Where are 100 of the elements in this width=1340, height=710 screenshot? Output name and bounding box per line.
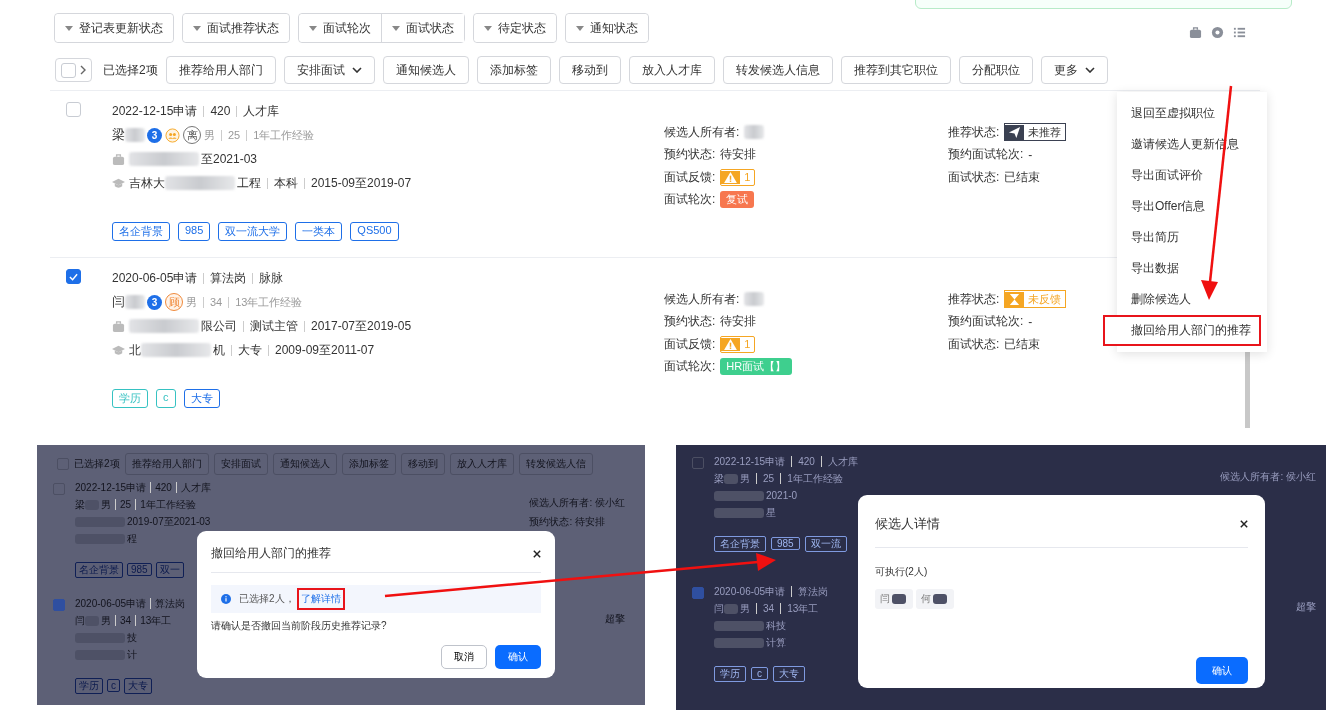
recommend-status-badge: 未推荐 — [1004, 123, 1067, 142]
filter-dropdown[interactable]: 面试状态 — [381, 14, 464, 42]
field-label: 预约面试轮次: — [948, 313, 1024, 331]
candidate-field: 超擎 — [605, 612, 625, 626]
filter-dropdown[interactable]: 面试推荐状态 — [183, 14, 289, 42]
field-label: 预约状态: — [664, 313, 716, 331]
checkbox[interactable] — [692, 587, 704, 599]
action-button[interactable]: 分配职位 — [958, 56, 1033, 84]
tag: 名企背景 — [75, 561, 123, 578]
info-icon — [221, 594, 231, 604]
application-info: 人才库 — [243, 102, 280, 120]
application-info: 2022-12-15申请 — [75, 480, 147, 495]
action-button[interactable]: 添加标签 — [476, 56, 551, 84]
candidate-meta: 13年工作经验 — [235, 294, 303, 310]
checkbox[interactable] — [66, 269, 81, 284]
menu-item[interactable]: 导出简历 — [1117, 222, 1267, 253]
tag: 双一流大学 — [218, 222, 288, 241]
recommend-status-badge: 未反馈 — [1004, 290, 1067, 309]
work-experience: 限公司 — [201, 317, 237, 335]
application-info: 算法岗 — [798, 584, 829, 599]
menu-item[interactable]: 导出数据 — [1117, 253, 1267, 284]
confirm-button[interactable]: 确认 — [495, 645, 541, 669]
dialog-title: 候选人详情 — [875, 515, 940, 533]
tag: 985 — [127, 563, 152, 576]
field-value: - — [1028, 147, 1033, 162]
briefcase-icon[interactable] — [1189, 25, 1202, 39]
close-icon[interactable] — [533, 549, 541, 558]
feedback-badge: 1 — [720, 335, 756, 353]
action-button[interactable]: 放入人才库 — [628, 56, 715, 84]
candidate-meta: 男 — [204, 127, 215, 143]
candidate-meta: 男 — [740, 471, 750, 486]
action-button[interactable]: 更多 — [1040, 56, 1108, 84]
graduation-cap-icon — [112, 176, 125, 190]
application-info: 人才库 — [827, 454, 858, 469]
work-experience: 至2021-03 — [201, 150, 258, 168]
candidate-meta: 男 — [101, 497, 111, 512]
blurred-text — [714, 637, 764, 648]
application-info: 2020-06-05申请 — [714, 584, 786, 599]
application-info: 420 — [155, 482, 172, 493]
menu-item[interactable]: 导出面试评价 — [1117, 160, 1267, 191]
tag: 学历 — [75, 677, 103, 694]
education: 计 — [127, 647, 137, 662]
count-badge: 3 — [147, 127, 162, 143]
education: 吉林大 — [129, 174, 165, 192]
field-label: 面试反馈: — [664, 168, 716, 186]
tag: c — [107, 679, 120, 692]
candidate-field: 候选人所有者: 侯小红 — [529, 496, 625, 510]
blurred-text — [129, 152, 199, 166]
action-button[interactable]: 通知候选人 — [382, 56, 469, 84]
action-button[interactable]: 转发候选人信息 — [722, 56, 833, 84]
application-info: 2022-12-15申请 — [112, 102, 198, 120]
application-info: 脉脉 — [259, 269, 284, 287]
checkbox[interactable] — [692, 457, 704, 469]
candidate-meta: 13年工 — [140, 613, 172, 628]
tag: 名企背景 — [714, 535, 766, 552]
close-icon[interactable] — [1240, 520, 1248, 528]
checkbox[interactable] — [53, 599, 65, 611]
action-button[interactable]: 推荐到其它职位 — [840, 56, 951, 84]
field-value: 已结束 — [1004, 168, 1041, 186]
candidate-meta: 34 — [763, 603, 775, 614]
work-experience: 2021-0 — [766, 490, 798, 501]
filter-dropdown[interactable]: 登记表更新状态 — [55, 14, 173, 42]
application-info: 人才库 — [180, 480, 211, 495]
blurred-text — [714, 490, 764, 501]
count-badge: 3 — [147, 294, 162, 310]
candidate-meta: 1年工作经验 — [787, 471, 843, 486]
menu-item[interactable]: 导出Offer信息 — [1117, 191, 1267, 222]
candidate-meta: 男 — [740, 601, 750, 616]
education: 2009-09至2011-07 — [275, 341, 375, 359]
list-icon[interactable] — [1233, 25, 1246, 39]
details-link[interactable]: 了解详情 — [296, 588, 345, 610]
menu-item[interactable]: 退回至虚拟职位 — [1117, 98, 1267, 129]
briefcase-icon — [112, 152, 125, 166]
action-button[interactable]: 推荐给用人部门 — [165, 56, 276, 84]
tag: 985 — [771, 537, 800, 550]
people-icon — [165, 127, 180, 143]
blurred-text — [744, 125, 765, 140]
tag: 一类本 — [295, 222, 343, 241]
tag: 大专 — [124, 677, 152, 694]
confirm-button[interactable]: 确认 — [1196, 657, 1248, 684]
select-all-checkbox[interactable] — [55, 58, 92, 82]
candidate-meta: 男 — [186, 294, 197, 310]
candidate-meta: 1年工作经验 — [140, 497, 196, 512]
action-button[interactable]: 移动到 — [558, 56, 621, 84]
blurred-text — [744, 292, 765, 307]
caret-icon — [576, 25, 584, 31]
menu-item[interactable]: 删除候选人 — [1117, 284, 1267, 315]
application-info: 算法岗 — [155, 596, 186, 611]
round-tag: 复试 — [720, 191, 755, 209]
filter-dropdown[interactable]: 通知状态 — [566, 14, 648, 42]
education: 程 — [127, 531, 137, 546]
action-button[interactable]: 安排面试 — [283, 56, 375, 84]
briefcase-icon — [112, 319, 125, 333]
caret-icon — [484, 25, 492, 31]
filter-dropdown[interactable]: 待定状态 — [474, 14, 556, 42]
settings-icon[interactable] — [1211, 25, 1224, 39]
tag: c — [751, 667, 768, 680]
cancel-button[interactable]: 取消 — [441, 645, 487, 669]
candidate-name: 闫 — [112, 293, 125, 311]
menu-item[interactable]: 撤回给用人部门的推荐 — [1103, 315, 1261, 346]
